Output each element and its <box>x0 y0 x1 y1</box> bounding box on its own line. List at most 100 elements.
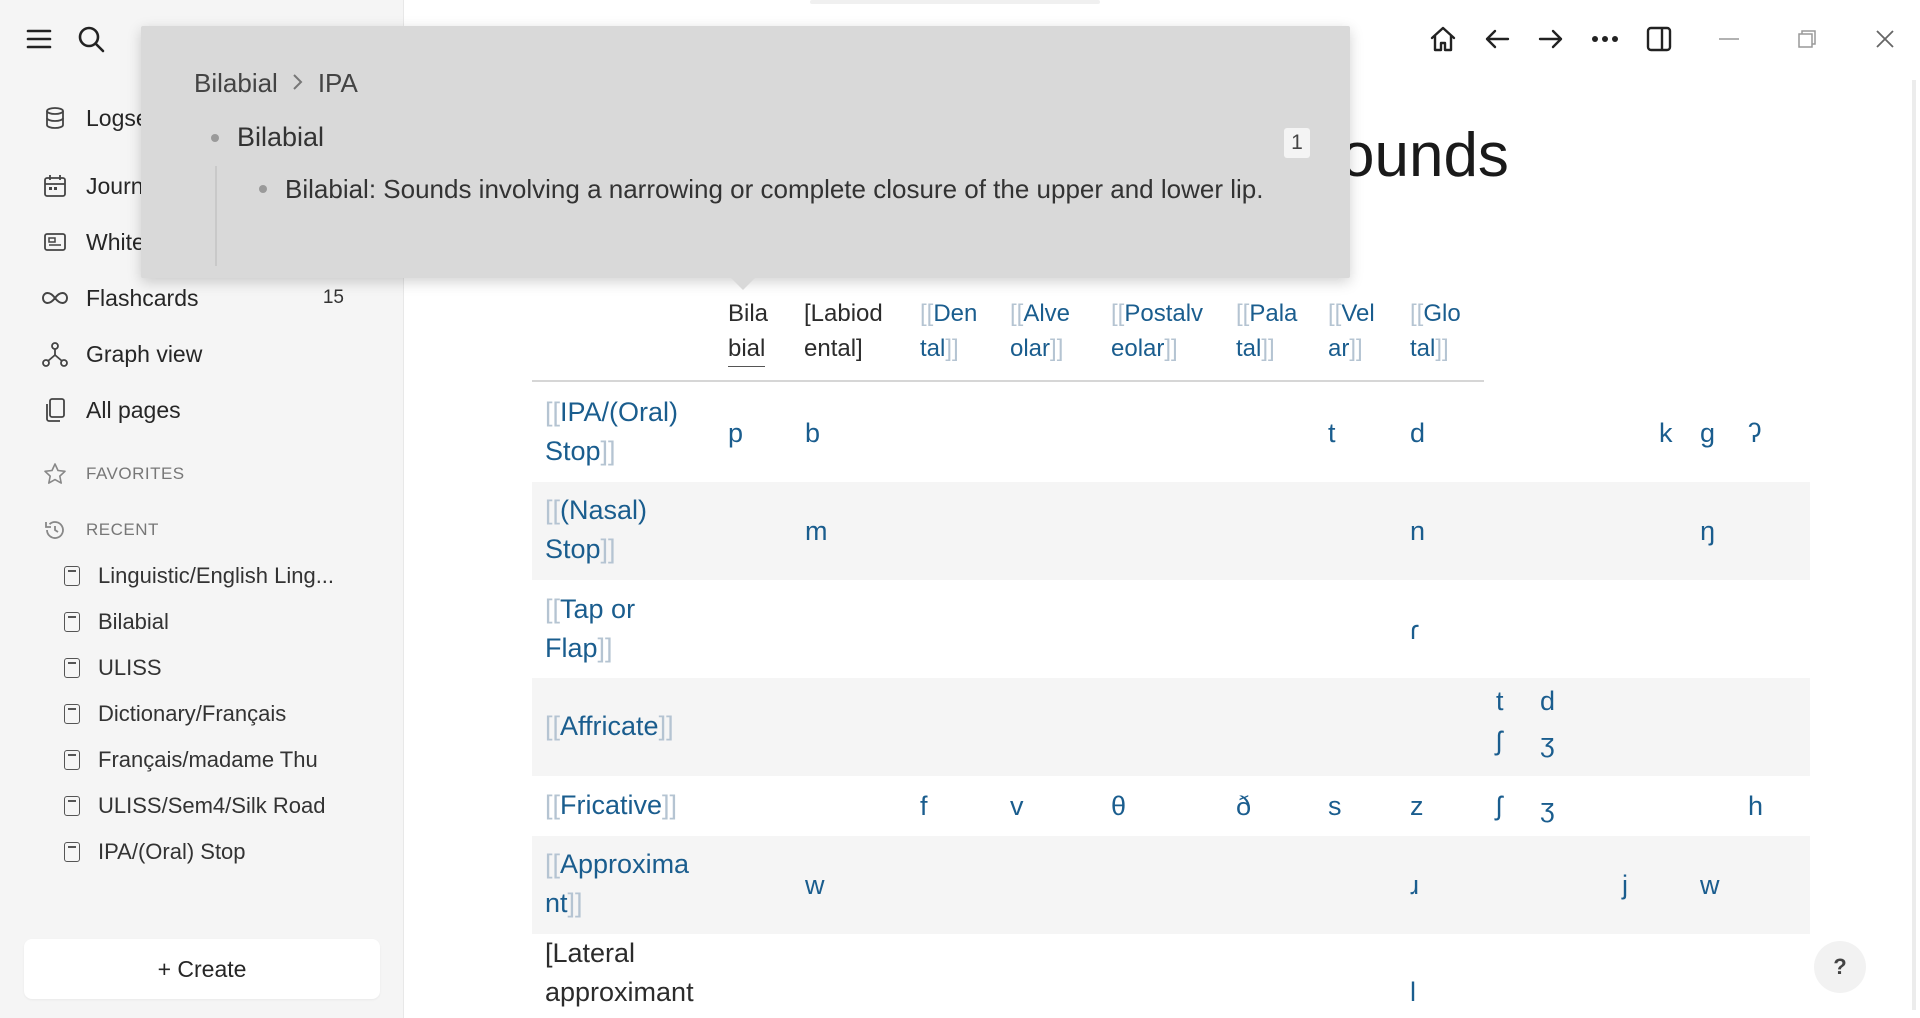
phoneme-cell[interactable]: b <box>805 413 820 453</box>
phoneme-cell[interactable]: s <box>1328 786 1342 826</box>
help-button[interactable]: ? <box>1814 941 1866 993</box>
recent-section-header[interactable]: RECENT <box>40 504 360 556</box>
search-icon[interactable] <box>74 22 108 56</box>
scrollbar[interactable] <box>1912 80 1916 1010</box>
phoneme-cell[interactable]: t <box>1328 413 1336 453</box>
row-label-line: Flap <box>545 633 598 663</box>
star-icon <box>40 459 70 489</box>
recent-item[interactable]: Linguistic/English Ling... <box>64 553 374 599</box>
recent-item-label: IPA/(Oral) Stop <box>98 839 246 864</box>
column-header-glottal[interactable]: [[Glo tal]] <box>1410 296 1461 366</box>
row-label-fricative[interactable]: [[Fricative]] <box>545 786 677 825</box>
row-label-lateral-approximant[interactable]: [Lateral approximant <box>545 934 694 1012</box>
minimize-icon[interactable] <box>1690 18 1768 60</box>
block-child[interactable]: Bilabial: Sounds involving a narrowing o… <box>259 170 1329 209</box>
phoneme-cell[interactable]: θ <box>1111 786 1126 826</box>
row-label-tap-or-flap[interactable]: [[Tap or Flap]] <box>545 590 635 668</box>
table-row: [[Tap or Flap]] ɾ <box>532 580 1810 678</box>
phoneme-cell[interactable]: w <box>1700 865 1720 905</box>
phoneme-cell[interactable]: ʒ <box>1540 788 1555 828</box>
phoneme-cell[interactable]: ʃ <box>1496 786 1502 826</box>
right-sidebar-toggle-icon[interactable] <box>1632 18 1686 60</box>
arrow-left-icon[interactable] <box>1470 18 1524 60</box>
row-label-line: Approxima <box>560 849 690 879</box>
phoneme-cell[interactable]: ʔ <box>1748 413 1762 453</box>
recent-item-label: ULISS/Sem4/Silk Road <box>98 793 326 818</box>
phoneme-cell[interactable]: k <box>1659 413 1673 453</box>
table-row: [[Fricative]] f v θ ð s z ʃ ʒ h <box>532 776 1810 836</box>
recent-item[interactable]: Français/madame Thu <box>64 737 374 783</box>
restore-icon[interactable] <box>1768 18 1846 60</box>
more-icon[interactable] <box>1578 18 1632 60</box>
column-header-dental[interactable]: [[Den tal]] <box>920 296 977 366</box>
bullet-icon[interactable] <box>259 185 267 193</box>
phoneme-cell[interactable]: p <box>728 413 743 453</box>
column-header-palatal[interactable]: [[Pala tal]] <box>1236 296 1297 366</box>
recent-item[interactable]: Bilabial <box>64 599 374 645</box>
phoneme-cell[interactable]: l <box>1410 972 1416 1012</box>
phoneme-cell[interactable]: ʃ <box>1496 721 1502 761</box>
phoneme-cell[interactable]: ɾ <box>1410 610 1419 650</box>
recent-item[interactable]: ULISS/Sem4/Silk Road <box>64 783 374 829</box>
page-icon <box>64 842 80 862</box>
page-title[interactable]: ounds <box>1340 120 1509 191</box>
phoneme-cell[interactable]: d <box>1410 413 1425 453</box>
bullet-icon[interactable] <box>211 133 219 142</box>
phoneme-cell[interactable]: n <box>1410 511 1425 551</box>
phoneme-cell[interactable]: g <box>1700 413 1715 453</box>
sidebar-item-graph-view[interactable]: Graph view <box>40 326 360 382</box>
sidebar-item-all-pages[interactable]: All pages <box>40 382 360 438</box>
row-label-line: Affricate <box>560 711 659 741</box>
create-button[interactable]: + Create <box>24 939 380 999</box>
header-line: Den <box>933 300 978 327</box>
menu-icon[interactable] <box>22 22 56 56</box>
header-line: ental] <box>804 335 863 362</box>
block-text: Bilabial <box>237 122 325 152</box>
recent-item[interactable]: ULISS <box>64 645 374 691</box>
recent-item[interactable]: IPA/(Oral) Stop <box>64 829 374 875</box>
row-label-nasal-stop[interactable]: [[(Nasal) Stop]] <box>545 491 647 569</box>
phoneme-cell[interactable]: ɹ <box>1410 865 1419 905</box>
phoneme-cell[interactable]: ð <box>1236 786 1251 826</box>
phoneme-cell[interactable]: f <box>920 786 928 826</box>
column-header-labiodental[interactable]: [Labiod ental] <box>804 296 883 366</box>
reference-count-badge[interactable]: 1 <box>1284 128 1310 158</box>
recent-label: RECENT <box>86 520 159 539</box>
row-label-oral-stop[interactable]: [[IPA/(Oral) Stop]] <box>545 393 678 471</box>
breadcrumb-item[interactable]: Bilabial <box>194 68 278 99</box>
page-toolbar <box>1416 18 1686 60</box>
favorites-label: FAVORITES <box>86 464 185 483</box>
top-drag-handle[interactable] <box>810 0 1100 4</box>
phoneme-cell[interactable]: d <box>1540 681 1555 721</box>
phoneme-cell[interactable]: z <box>1410 786 1424 826</box>
phoneme-cell[interactable]: j <box>1622 865 1628 905</box>
phoneme-cell[interactable]: t <box>1496 681 1504 721</box>
close-icon[interactable] <box>1846 18 1920 60</box>
column-header-alveolar[interactable]: [[Alve olar]] <box>1010 296 1070 366</box>
phoneme-cell[interactable]: ŋ <box>1700 511 1715 551</box>
column-header-bilabial[interactable]: Bila bial <box>728 296 768 367</box>
column-header-postalveolar[interactable]: [[Postalv eolar]] <box>1111 296 1203 366</box>
header-line: Alve <box>1023 300 1071 327</box>
phoneme-cell[interactable]: h <box>1748 786 1763 826</box>
favorites-section-header[interactable]: FAVORITES <box>40 448 360 500</box>
table-header-row: Bila bial [Labiod ental] [[Den tal]] [[A… <box>532 288 1484 382</box>
phoneme-cell[interactable]: ʒ <box>1540 723 1555 763</box>
header-line: olar <box>1010 335 1051 362</box>
page-preview-popover: Bilabial IPA Bilabial 1 Bilabial: Sounds… <box>141 26 1350 290</box>
phoneme-cell[interactable]: v <box>1010 786 1024 826</box>
breadcrumb-item[interactable]: IPA <box>318 68 358 99</box>
block-parent[interactable]: Bilabial <box>211 122 324 153</box>
row-label-approximant[interactable]: [[Approxima nt]] <box>545 845 689 923</box>
header-line: ar <box>1328 335 1350 362</box>
column-header-velar[interactable]: [[Vel ar]] <box>1328 296 1375 366</box>
arrow-right-icon[interactable] <box>1524 18 1578 60</box>
sidebar-item-flashcards[interactable]: Flashcards 15 <box>40 270 360 326</box>
row-label-affricate[interactable]: [[Affricate]] <box>545 707 674 746</box>
header-line: tal <box>1236 335 1262 362</box>
row-label-line: approximant <box>545 977 694 1007</box>
phoneme-cell[interactable]: w <box>805 865 825 905</box>
recent-item[interactable]: Dictionary/Français <box>64 691 374 737</box>
home-icon[interactable] <box>1416 18 1470 60</box>
phoneme-cell[interactable]: m <box>805 511 828 551</box>
